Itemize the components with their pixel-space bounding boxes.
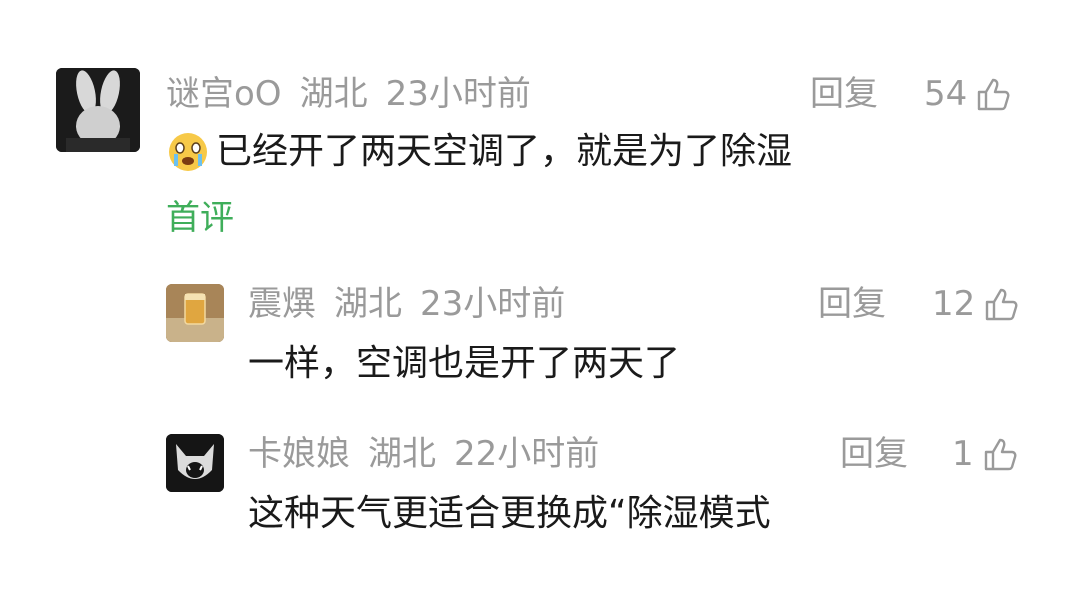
reply-button[interactable]: 回复 bbox=[840, 434, 908, 474]
comment-meta: 谜宫oO 湖北 23小时前 bbox=[166, 74, 549, 114]
like-count: 1 bbox=[952, 434, 974, 474]
comment-item: 谜宫oO 湖北 23小时前 回复 54 已经开了两天空调了，就是为了除湿 首评 bbox=[0, 0, 1080, 250]
location: 湖北 bbox=[368, 434, 436, 474]
like-button[interactable]: 1 bbox=[952, 434, 1018, 474]
comment-meta: 卡娘娘 湖北 22小时前 bbox=[248, 434, 617, 474]
comment-text: 已经开了两天空调了，就是为了除湿 bbox=[166, 130, 792, 174]
comment-text: 一样，空调也是开了两天了 bbox=[248, 342, 680, 386]
thumbs-up-icon bbox=[978, 78, 1010, 111]
avatar[interactable] bbox=[166, 284, 224, 342]
roaring-cat-avatar-icon bbox=[166, 434, 224, 492]
thumbs-up-icon bbox=[986, 288, 1018, 321]
comment-body: 这种天气更适合更换成“除湿模式 bbox=[248, 493, 771, 534]
username[interactable]: 卡娘娘 bbox=[248, 434, 350, 474]
thumbs-up-icon bbox=[984, 438, 1017, 471]
like-button[interactable]: 54 bbox=[924, 74, 1011, 114]
location: 湖北 bbox=[299, 74, 368, 114]
reply-button[interactable]: 回复 bbox=[810, 74, 878, 114]
comment-body: 一样，空调也是开了两天了 bbox=[248, 343, 681, 384]
like-count: 54 bbox=[924, 74, 968, 114]
avatar[interactable] bbox=[56, 68, 140, 152]
rabbit-avatar-icon bbox=[56, 68, 140, 152]
like-button[interactable]: 12 bbox=[932, 284, 1019, 324]
like-count: 12 bbox=[932, 284, 976, 324]
comment-body: 已经开了两天空调了，就是为了除湿 bbox=[216, 131, 793, 172]
first-comment-badge: 首评 bbox=[166, 198, 234, 238]
reply-button[interactable]: 回复 bbox=[818, 284, 886, 324]
timestamp: 23小时前 bbox=[385, 74, 531, 114]
timestamp: 22小时前 bbox=[454, 434, 600, 474]
reply-item: 卡娘娘 湖北 22小时前 回复 1 这种天气更适合更换成“除湿模式 bbox=[0, 420, 1080, 570]
tea-glass-avatar-icon bbox=[166, 284, 224, 342]
crying-face-icon bbox=[169, 133, 207, 171]
timestamp: 23小时前 bbox=[420, 284, 566, 324]
username[interactable]: 谜宫oO bbox=[166, 74, 282, 114]
username[interactable]: 震熼 bbox=[248, 284, 316, 324]
comment-meta: 震熼 湖北 23小时前 bbox=[248, 284, 583, 324]
comment-text: 这种天气更适合更换成“除湿模式 bbox=[248, 492, 771, 536]
reply-item: 震熼 湖北 23小时前 回复 12 一样，空调也是开了两天了 bbox=[0, 270, 1080, 420]
location: 湖北 bbox=[334, 284, 402, 324]
avatar[interactable] bbox=[166, 434, 224, 492]
